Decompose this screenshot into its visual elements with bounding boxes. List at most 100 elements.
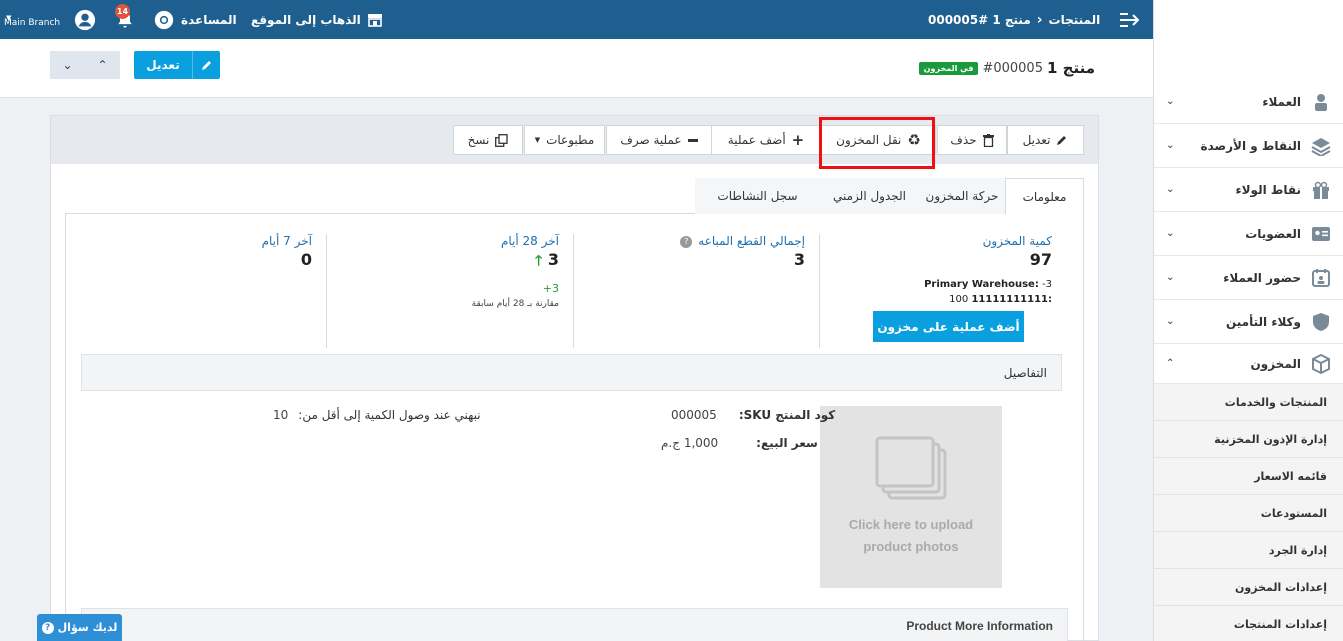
layers-icon [1311,137,1331,156]
sidebar-item-customers[interactable]: العملاء ⌄ [1154,80,1343,124]
goto-site-label: الذهاب إلى الموقع [251,12,361,27]
tab-activity-log[interactable]: سجل النشاطات [695,178,820,214]
sidebar-item-label: المخزون [1250,356,1301,371]
photo-upload-text: Click here to upload product photos [849,514,973,558]
calendar-user-icon [1312,268,1330,287]
sidebar-subitem-products-services[interactable]: المنتجات والخدمات [1154,384,1343,421]
tab-info[interactable]: معلومات [1005,178,1084,215]
user-avatar-icon[interactable] [74,0,96,39]
chevron-down-icon: ⌄ [1166,316,1175,327]
sidebar-subitem-stock-permits[interactable]: إدارة الإذون المخزنية [1154,421,1343,458]
breadcrumb-current: منتج 1 #000005 [928,12,1031,27]
toolbar-transfer-stock-button[interactable]: ♻ نقل المخزون [821,125,936,155]
stat-7-label: آخر 7 أيام [261,234,312,248]
toolbar-delete-button[interactable]: حذف [937,125,1007,155]
stat-28-value: 3 [547,250,559,269]
help-icon[interactable]: ? [680,235,693,248]
logo-area [1154,0,1343,88]
minus-icon [687,138,698,142]
notifications-button[interactable]: 14 [115,0,135,39]
stat-28-change: 3+ [542,282,559,295]
add-stock-operation-button[interactable]: أضف عملية على مخزون [873,311,1024,342]
recycle-icon: ♻ [907,131,921,149]
sidebar-item-inventory[interactable]: المخزون ⌃ [1154,344,1343,384]
sidebar-subitem-warehouses[interactable]: المستودعات [1154,495,1343,532]
sidebar-item-label: العضويات [1245,226,1301,241]
toolbar-copy-button[interactable]: نسخ [453,125,523,155]
sku-label: كود المنتج SKU: [738,408,836,422]
sidebar-item-insurance-agents[interactable]: وكلاء التأمين ⌄ [1154,300,1343,344]
price-label: سعر البيع: [756,436,818,450]
toolbar-edit-button[interactable]: تعديل [1007,125,1084,155]
question-circle-icon: ? [41,621,54,634]
stat-qty-value: 97 [1029,250,1052,269]
edit-button-label: تعديل [146,58,180,72]
goto-site-link[interactable]: الذهاب إلى الموقع [251,0,383,39]
sidebar-item-attendance[interactable]: حضور العملاء ⌄ [1154,256,1343,300]
toolbar-issue-operation-button[interactable]: عملية صرف [606,125,712,155]
stat-last-28-days: آخر 28 أيام 3 🡑 3+ مقارنة بـ 28 أيام ساب… [327,234,574,348]
sidebar-item-label: وكلاء التأمين [1225,314,1301,329]
warehouse-line: Primary Warehouse: -3 [820,279,1052,290]
breadcrumb-products[interactable]: المنتجات [1049,13,1101,27]
stat-qty-label: كمية المخزون [982,234,1052,248]
toolbar-add-operation-button[interactable]: + أضف عملية [711,125,821,155]
menu-collapse-icon [1120,12,1140,27]
page-title: منتج 1 [1046,59,1095,77]
edit-button[interactable]: تعديل [134,51,220,79]
trash-icon [982,133,994,147]
tabs: معلومات حركة المخزون الجدول الزمني سجل ا… [65,174,1084,215]
previous-record-button[interactable]: ⌃ [85,51,120,79]
toolbar-add-operation-label: أضف عملية [727,133,786,147]
status-badge: في المخزون [918,61,979,75]
id-card-icon [1312,226,1330,241]
sidebar-subitem-product-settings[interactable]: إعدادات المنتجات [1154,606,1343,641]
sidebar-item-loyalty-points[interactable]: نقاط الولاء ⌄ [1154,168,1343,212]
branch-selector[interactable]: ▼ Main Branch [4,8,60,28]
sidebar-subitem-stocktaking[interactable]: إدارة الجرد [1154,532,1343,569]
chevron-down-icon: ⌄ [62,58,73,72]
photo-upload-line2: product photos [863,539,959,554]
stat-sold-label: إجمالي القطع المباعه? [574,234,805,248]
menu-toggle-button[interactable] [1120,0,1140,39]
caret-down-icon: ▼ [534,136,541,144]
photos-icon [875,436,947,500]
product-id: #000005 [982,60,1043,76]
warehouse2-line: 100 11111111111: [820,294,1052,305]
stat-sold-label-text: إجمالي القطع المباعه [698,234,805,248]
arrow-up-icon: 🡑 [535,253,543,269]
ask-question-button[interactable]: لديك سؤال ? [37,614,122,641]
sidebar-subitem-inventory-settings[interactable]: إعدادات المخزون [1154,569,1343,606]
toolbar-prints-dropdown[interactable]: مطبوعات ▼ [524,125,605,155]
chevron-down-icon: ⌄ [1166,228,1175,239]
tab-timeline[interactable]: الجدول الزمني [820,178,919,214]
stat-7-value: 0 [300,250,312,269]
help-label: المساعدة [181,12,237,27]
title-area: منتج 1 #000005 في المخزون [918,59,1095,77]
plus-icon: + [791,131,805,149]
low-stock-alert-row: نبهني عند وصول الكمية إلى أقل من: 10 [273,408,481,422]
toolbar-transfer-label: نقل المخزون [836,133,902,147]
warehouse2-name: 11111111111: [971,294,1052,305]
gift-icon [1313,181,1329,199]
toolbar-copy-label: نسخ [467,133,490,147]
more-info-section-header[interactable]: Product More Information [81,608,1068,641]
warehouse-name: Primary Warehouse: [924,279,1039,290]
warehouse-value: -3 [1042,279,1052,290]
tab-stock-movement[interactable]: حركة المخزون [919,178,1005,214]
toolbar-delete-label: حذف [950,133,977,147]
next-record-button[interactable]: ⌄ [50,51,85,79]
photo-upload-area[interactable]: Click here to upload product photos [820,406,1002,588]
sidebar-subitem-price-lists[interactable]: قائمه الاسعار [1154,458,1343,495]
toolbar: تعديل حذف ♻ نقل المخزون + أضف عملية عملي… [51,116,1098,164]
sidebar-item-label: نقاط الولاء [1235,182,1301,197]
alert-value: 10 [273,408,289,422]
sidebar-item-points-balances[interactable]: النقاط و الأرصدة ⌄ [1154,124,1343,168]
toolbar-edit-label: تعديل [1022,133,1051,147]
sidebar-item-memberships[interactable]: العضويات ⌄ [1154,212,1343,256]
price-row: سعر البيع: 1,000 ج.م [661,436,818,450]
chevron-up-icon: ⌃ [1166,358,1175,369]
help-link[interactable]: المساعدة [153,0,237,39]
stat-last-7-days: آخر 7 أيام 0 [80,234,327,348]
branch-name: Main Branch [4,18,61,28]
